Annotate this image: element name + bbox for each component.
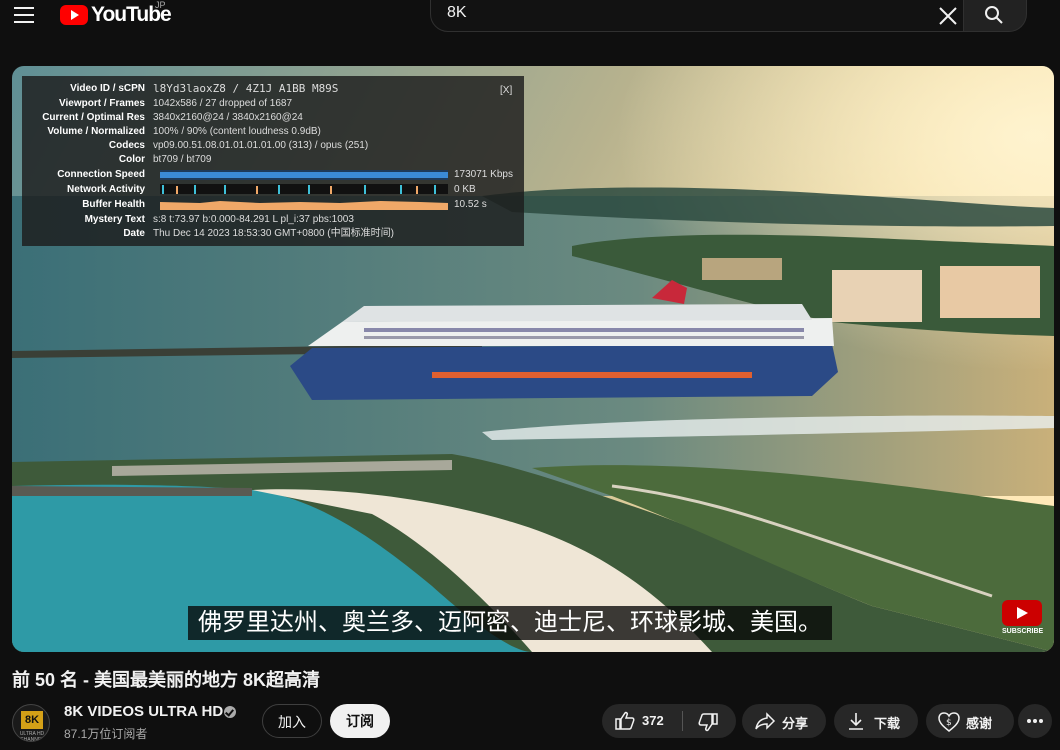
stats-row: Mystery Text s:8 t:73.97 b:0.000-84.291 … <box>22 213 354 227</box>
stats-value: 3840x2160@24 / 3840x2160@24 <box>153 112 303 123</box>
stats-label: Volume / Normalized <box>47 126 145 137</box>
dislike-button[interactable] <box>683 704 736 738</box>
stats-label: Network Activity <box>67 184 145 195</box>
search-button[interactable] <box>964 0 1027 32</box>
download-label: 下载 <box>874 716 901 731</box>
caption-text: 佛罗里达州、奥兰多、迈阿密、迪士尼、环球影城、美国。 <box>188 606 832 640</box>
subscribe-button[interactable]: 订阅 <box>330 704 390 738</box>
stats-label: Current / Optimal Res <box>42 112 145 123</box>
stats-label: Mystery Text <box>84 214 145 225</box>
stats-row: Volume / Normalized 100% / 90% (content … <box>22 125 321 139</box>
stats-value: bt709 / bt709 <box>153 154 212 165</box>
stats-value: 10.52 s <box>454 199 487 210</box>
channel-avatar[interactable]: 8K ULTRA HD CHANNEL <box>12 704 50 742</box>
stats-label: Codecs <box>108 140 145 151</box>
thanks-label: 感谢 <box>966 716 993 731</box>
like-count: 372 <box>642 713 664 728</box>
subscriber-count: 87.1万位订阅者 <box>64 727 148 741</box>
search-input[interactable] <box>445 3 929 23</box>
join-button[interactable]: 加入 <box>262 704 322 738</box>
video-title: 前 50 名 - 美国最美丽的地方 8K超高清 <box>12 670 321 690</box>
share-label: 分享 <box>782 716 809 731</box>
region-code: JP <box>155 0 166 10</box>
more-dots-icon <box>1027 719 1031 723</box>
stats-row: Color bt709 / bt709 <box>22 153 212 167</box>
stats-for-nerds-panel: [X] Video ID / sCPN l8Yd3laoxZ8 / 4Z1J A… <box>22 76 524 246</box>
download-icon <box>849 713 863 730</box>
youtube-play-icon <box>1002 600 1042 626</box>
buffer-health-graph <box>160 201 448 210</box>
avatar-logo-text: 8K <box>21 711 43 729</box>
super-thanks-icon: $ <box>938 712 960 732</box>
thumbs-up-icon <box>615 711 635 730</box>
stats-value: s:8 t:73.97 b:0.000-84.291 L pl_i:37 pbs… <box>153 214 354 225</box>
stats-value: 0 KB <box>454 184 476 195</box>
like-button[interactable]: 372 <box>602 704 682 738</box>
download-button[interactable]: 下载 <box>834 704 918 738</box>
channel-name[interactable]: 8K VIDEOS ULTRA HD <box>64 703 223 720</box>
stats-value: 1042x586 / 27 dropped of 1687 <box>153 98 293 109</box>
stats-label: Connection Speed <box>57 169 145 180</box>
clear-search-icon[interactable] <box>936 4 960 28</box>
stats-value: l8Yd3laoxZ8 / 4Z1J A1BB M89S <box>153 82 339 95</box>
youtube-play-icon <box>60 5 88 25</box>
stats-value: Thu Dec 14 2023 18:53:30 GMT+0800 (中国标准时… <box>153 228 394 239</box>
stats-label: Color <box>118 154 145 165</box>
stats-row: Current / Optimal Res 3840x2160@24 / 384… <box>22 111 303 125</box>
stats-value: 100% / 90% (content loudness 0.9dB) <box>153 126 321 137</box>
more-dots-icon <box>1033 719 1037 723</box>
stats-value: 173071 Kbps <box>454 169 513 180</box>
more-actions-button[interactable] <box>1018 704 1052 738</box>
stats-label: Buffer Health <box>82 199 145 210</box>
thumbs-down-icon <box>698 713 718 732</box>
stats-row: Codecs vp09.00.51.08.01.01.01.01.00 (313… <box>22 139 368 153</box>
stats-label: Viewport / Frames <box>59 98 145 109</box>
avatar-logo-subtext: ULTRA HD CHANNEL <box>19 731 45 742</box>
thanks-button[interactable]: $ 感谢 <box>926 704 1014 738</box>
search-icon <box>985 6 1003 24</box>
video-player[interactable]: [X] Video ID / sCPN l8Yd3laoxZ8 / 4Z1J A… <box>12 66 1054 652</box>
svg-text:$: $ <box>946 718 952 728</box>
stats-row: Date Thu Dec 14 2023 18:53:30 GMT+0800 (… <box>22 227 394 241</box>
search-box <box>430 0 964 32</box>
verified-badge-icon <box>224 706 236 718</box>
youtube-logo[interactable]: YouTube JP <box>60 0 172 27</box>
stats-row: Network Activity <box>22 183 153 197</box>
like-dislike-group: 372 <box>602 704 736 738</box>
top-bar: YouTube JP <box>0 0 1060 34</box>
connection-speed-graph <box>160 170 448 180</box>
more-dots-icon <box>1039 719 1043 723</box>
stats-row: Buffer Health <box>22 198 153 212</box>
network-activity-graph <box>160 184 448 194</box>
menu-icon[interactable] <box>14 5 36 25</box>
stats-value: vp09.00.51.08.01.01.01.01.00 (313) / opu… <box>153 140 369 151</box>
stats-label: Date <box>123 228 145 239</box>
share-button[interactable]: 分享 <box>742 704 826 738</box>
stats-row: Video ID / sCPN l8Yd3laoxZ8 / 4Z1J A1BB … <box>22 82 338 96</box>
share-icon <box>755 712 776 730</box>
watermark-label: SUBSCRIBE <box>1002 628 1044 635</box>
stats-row: Connection Speed <box>22 168 153 182</box>
subscribe-watermark[interactable]: SUBSCRIBE <box>1002 600 1044 638</box>
close-stats-button[interactable]: [X] <box>500 84 512 99</box>
stats-label: Video ID / sCPN <box>70 83 145 94</box>
stats-row: Viewport / Frames 1042x586 / 27 dropped … <box>22 97 292 111</box>
